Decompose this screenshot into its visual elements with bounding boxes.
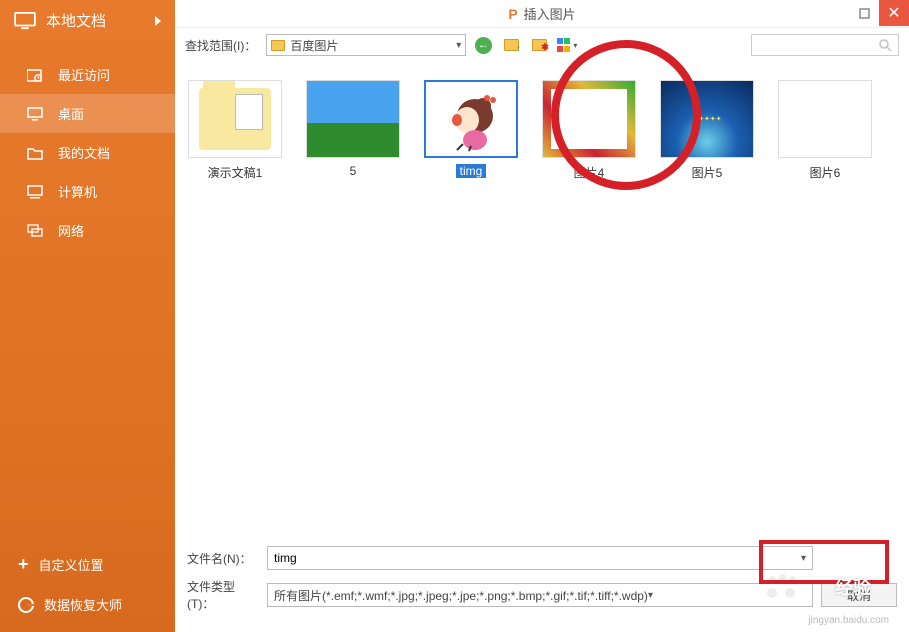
titlebar: P 插入图片 ✕ <box>175 0 909 28</box>
watermark-logo: 经验 <box>835 574 871 600</box>
computer-icon <box>26 184 44 200</box>
main-panel: P 插入图片 ✕ 查找范围(I)： 百度图片 ▾ ← ↑ ✱ ▾ <box>175 0 909 632</box>
filetype-value: 所有图片(*.emf;*.wmf;*.jpg;*.jpeg;*.jpe;*.pn… <box>274 587 648 604</box>
network-icon <box>26 223 44 239</box>
folder-icon <box>271 40 285 51</box>
bottom-panel: 经验 文件名(N)： ▾ 文件类型(T)： 所有图片(*.emf;*.wmf;*… <box>175 538 909 632</box>
data-recovery-button[interactable]: 数据恢复大师 <box>0 585 175 624</box>
file-grid: 演示文稿1 5 timg 图片4 ✦✦✦✦✦ 图片5 图片6 <box>175 62 909 538</box>
recovery-label: 数据恢复大师 <box>44 595 122 614</box>
sidebar-item-label: 我的文档 <box>58 143 110 162</box>
chevron-down-icon: ▾ <box>648 590 653 601</box>
dialog-title: P 插入图片 <box>508 4 575 23</box>
lookin-dropdown[interactable]: 百度图片 ▾ <box>266 34 466 56</box>
custom-location-button[interactable]: + 自定义位置 <box>0 544 175 585</box>
sidebar-item-label: 网络 <box>58 221 84 240</box>
filename-input[interactable]: ▾ <box>267 546 813 570</box>
filetype-dropdown[interactable]: 所有图片(*.emf;*.wmf;*.jpg;*.jpeg;*.jpe;*.pn… <box>267 583 813 607</box>
chevron-down-icon: ▾ <box>573 41 577 50</box>
sidebar-title: 本地文档 <box>46 10 155 31</box>
file-item[interactable]: 5 <box>303 80 403 181</box>
file-thumbnail: ✦✦✦✦✦ <box>660 80 754 158</box>
toolbar: 查找范围(I)： 百度图片 ▾ ← ↑ ✱ ▾ <box>175 28 909 62</box>
sidebar-item-label: 桌面 <box>58 104 84 123</box>
file-name: 图片4 <box>574 164 605 181</box>
sidebar-item-network[interactable]: 网络 <box>0 211 175 250</box>
file-thumbnail <box>424 80 518 158</box>
file-name: 演示文稿1 <box>208 164 263 181</box>
search-icon <box>879 39 892 52</box>
documents-icon <box>26 145 44 161</box>
sidebar-item-computer[interactable]: 计算机 <box>0 172 175 211</box>
up-folder-button[interactable]: ↑ <box>500 35 522 55</box>
file-thumbnail <box>778 80 872 158</box>
custom-location-label: 自定义位置 <box>39 555 104 574</box>
file-item[interactable]: timg <box>421 80 521 181</box>
sidebar-item-documents[interactable]: 我的文档 <box>0 133 175 172</box>
plus-icon: + <box>18 554 29 575</box>
close-button[interactable]: ✕ <box>879 0 909 26</box>
recent-icon <box>26 67 44 83</box>
sidebar: 本地文档 最近访问 桌面 我的文档 计算机 网络 <box>0 0 175 632</box>
lookin-value: 百度图片 <box>290 37 338 54</box>
monitor-icon <box>14 12 36 30</box>
file-item[interactable]: ✦✦✦✦✦ 图片5 <box>657 80 757 181</box>
view-mode-button[interactable]: ▾ <box>556 35 578 55</box>
lookin-label: 查找范围(I)： <box>185 37 256 54</box>
chevron-down-icon: ▾ <box>801 553 806 564</box>
recovery-icon <box>18 597 34 613</box>
filetype-label: 文件类型(T)： <box>187 578 259 612</box>
watermark-paw-icon <box>767 574 801 602</box>
sidebar-item-recent[interactable]: 最近访问 <box>0 55 175 94</box>
file-name: 图片5 <box>692 164 723 181</box>
sidebar-nav: 最近访问 桌面 我的文档 计算机 网络 <box>0 41 175 544</box>
file-item[interactable]: 演示文稿1 <box>185 80 285 181</box>
sidebar-footer: + 自定义位置 数据恢复大师 <box>0 544 175 632</box>
file-thumbnail <box>542 80 636 158</box>
sidebar-header[interactable]: 本地文档 <box>0 0 175 41</box>
maximize-button[interactable] <box>849 0 879 26</box>
app-logo-icon: P <box>508 6 517 22</box>
sidebar-item-label: 计算机 <box>58 182 97 201</box>
search-input[interactable] <box>751 34 899 56</box>
file-item[interactable]: 图片6 <box>775 80 875 181</box>
file-item[interactable]: 图片4 <box>539 80 639 181</box>
watermark-text: jingyan.baidu.com <box>808 615 889 626</box>
desktop-icon <box>26 106 44 122</box>
file-name: 5 <box>350 164 357 178</box>
new-folder-button[interactable]: ✱ <box>528 35 550 55</box>
chevron-right-icon <box>155 16 161 26</box>
file-name: 图片6 <box>810 164 841 181</box>
back-button[interactable]: ← <box>472 35 494 55</box>
sidebar-item-desktop[interactable]: 桌面 <box>0 94 175 133</box>
sidebar-item-label: 最近访问 <box>58 65 110 84</box>
grid-icon <box>557 38 571 52</box>
file-thumbnail <box>188 80 282 158</box>
file-name: timg <box>456 164 487 178</box>
window-controls: ✕ <box>849 0 909 26</box>
file-thumbnail <box>306 80 400 158</box>
chevron-down-icon: ▾ <box>456 40 461 51</box>
filename-label: 文件名(N)： <box>187 550 259 567</box>
